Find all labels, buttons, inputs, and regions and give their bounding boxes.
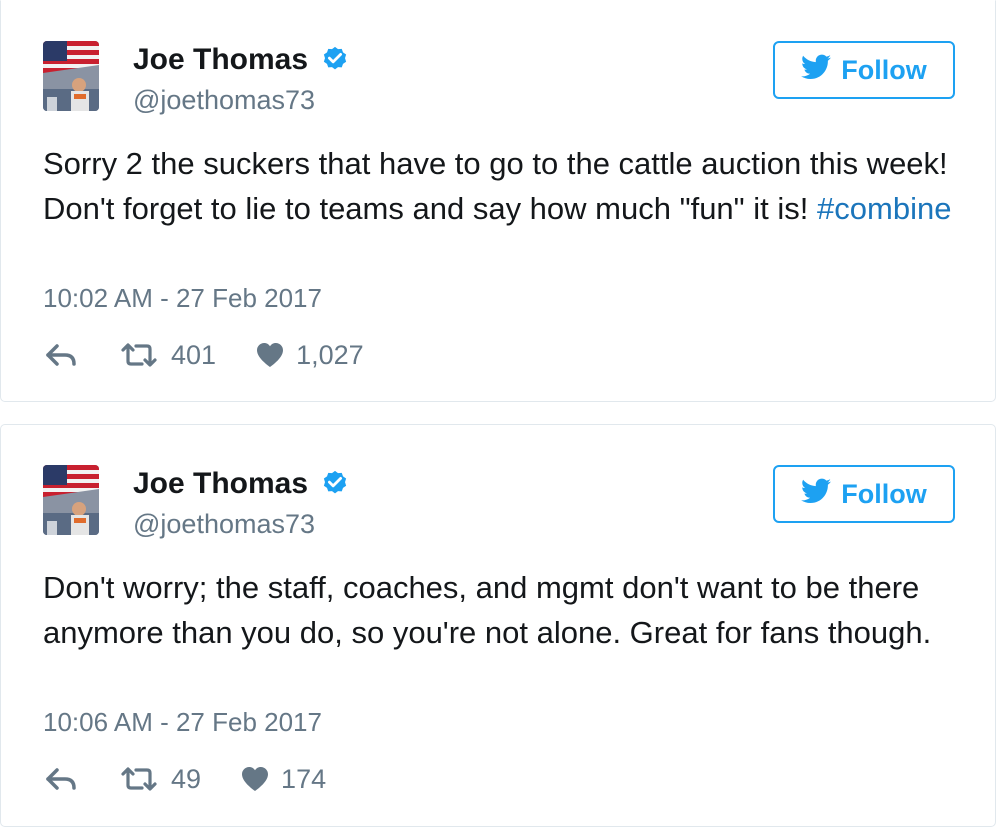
like-count: 1,027 [296,339,364,370]
tweet-text: Don't worry; the staff, coaches, and mgm… [43,570,932,650]
author-name-text[interactable]: Joe Thomas [133,467,308,501]
tweet-actions: 401 1,027 [45,337,364,373]
avatar[interactable] [43,465,99,535]
like-button[interactable]: 1,027 [256,340,364,371]
reply-icon [45,768,77,790]
hashtag-link[interactable]: #combine [817,191,951,226]
reply-icon [45,344,77,366]
verified-badge-icon [320,45,350,75]
author-handle[interactable]: @joethomas73 [133,85,315,116]
like-count: 174 [281,763,327,794]
avatar[interactable] [43,41,99,111]
retweet-count: 401 [171,339,217,370]
tweet-text: Sorry 2 the suckers that have to go to t… [43,141,963,231]
tweet-text-body: Sorry 2 the suckers that have to go to t… [43,146,948,226]
retweet-icon [121,767,171,791]
heart-icon [241,766,281,792]
tweet-timestamp[interactable]: 10:02 AM - 27 Feb 2017 [43,283,322,314]
verified-badge-icon [320,469,350,499]
author-name-text[interactable]: Joe Thomas [133,43,308,77]
tweet-card: Joe Thomas @joethomas73 Follow Don't wor… [0,424,996,827]
follow-label: Follow [841,478,927,509]
author-handle[interactable]: @joethomas73 [133,509,315,540]
retweet-icon [121,343,171,367]
retweet-count: 49 [171,763,202,794]
reply-button[interactable] [45,344,77,366]
follow-label: Follow [841,54,927,85]
reply-button[interactable] [45,768,77,790]
retweet-button[interactable]: 401 [121,340,216,371]
twitter-bird-icon [801,478,832,511]
tweet-actions: 49 174 [45,761,326,797]
heart-icon [256,342,296,368]
tweet-card: Joe Thomas @joethomas73 Follow Sorry 2 t… [0,0,996,402]
author-name[interactable]: Joe Thomas [133,467,350,501]
retweet-button[interactable]: 49 [121,764,201,795]
like-button[interactable]: 174 [241,764,326,795]
follow-button[interactable]: Follow [773,41,955,99]
tweet-timestamp[interactable]: 10:06 AM - 27 Feb 2017 [43,707,322,738]
follow-button[interactable]: Follow [773,465,955,523]
twitter-bird-icon [801,54,832,87]
author-name[interactable]: Joe Thomas [133,43,350,77]
